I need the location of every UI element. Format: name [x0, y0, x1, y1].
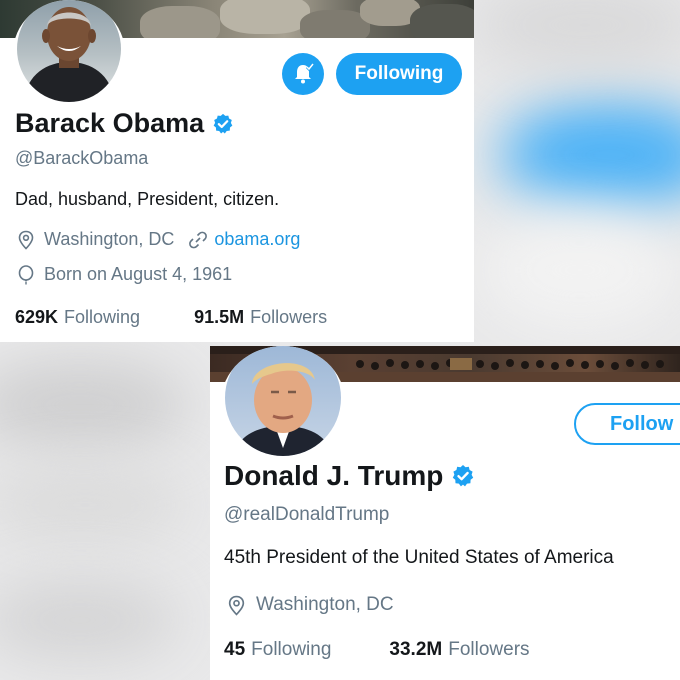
follow-button[interactable]: Follow [574, 403, 680, 445]
profile-name: Barack Obama [15, 108, 205, 138]
profile-meta-row: Washington, DC [227, 594, 394, 616]
profile-bio: 45th President of the United States of A… [224, 547, 614, 568]
profile-stats-row: 45 Following 33.2M Followers [224, 639, 530, 661]
profile-meta-row: Washington, DC obama.org [17, 229, 300, 250]
profile-name: Donald J. Trump [224, 460, 444, 491]
following-count: 45 [224, 639, 246, 660]
profile-handle: @realDonaldTrump [224, 504, 390, 525]
profile-bio: Dad, husband, President, citizen. [15, 189, 280, 209]
followers-label: Followers [448, 639, 530, 660]
following-label: Following [64, 307, 141, 327]
location-pin-icon [228, 595, 245, 616]
followers-count: 33.2M [389, 639, 443, 660]
profile-location: Washington, DC [44, 229, 175, 249]
followers-stat[interactable]: 33.2M Followers [389, 639, 529, 661]
profile-stats-row: 629K Following 91.5M Followers [15, 307, 327, 328]
profile-website-link[interactable]: obama.org [214, 229, 300, 250]
followers-label: Followers [250, 307, 328, 327]
profile-birthday-row: Born on August 4, 1961 [17, 264, 232, 285]
profile-birthday: Born on August 4, 1961 [44, 264, 233, 284]
notification-bell-button[interactable] [282, 53, 324, 95]
link-icon [189, 231, 208, 248]
profile-card-1: Following Barack Obama @BarackObama Dad,… [0, 0, 474, 342]
followers-stat[interactable]: 91.5M Followers [194, 307, 327, 328]
location-pin-icon [18, 230, 34, 250]
balloon-icon [18, 264, 34, 284]
followers-count: 91.5M [194, 307, 245, 327]
following-label: Following [251, 639, 332, 660]
verified-badge-icon [453, 465, 474, 487]
following-button[interactable]: Following [336, 53, 462, 95]
profile-name-row-2: Donald J. Trump [224, 460, 475, 492]
profile-handle: @BarackObama [15, 148, 149, 168]
profile-name-row-1: Barack Obama [15, 108, 234, 139]
following-stat[interactable]: 629K Following [15, 307, 140, 328]
notification-bell-icon [295, 63, 315, 84]
following-stat[interactable]: 45 Following [224, 639, 331, 661]
avatar-1[interactable] [13, 0, 125, 106]
profile-location: Washington, DC [256, 594, 394, 615]
avatar-2[interactable] [221, 346, 345, 458]
following-count: 629K [15, 307, 59, 327]
profile-card-2: Follow Donald J. Trump @realDonaldTrump … [210, 346, 680, 680]
verified-badge-icon [213, 113, 233, 134]
